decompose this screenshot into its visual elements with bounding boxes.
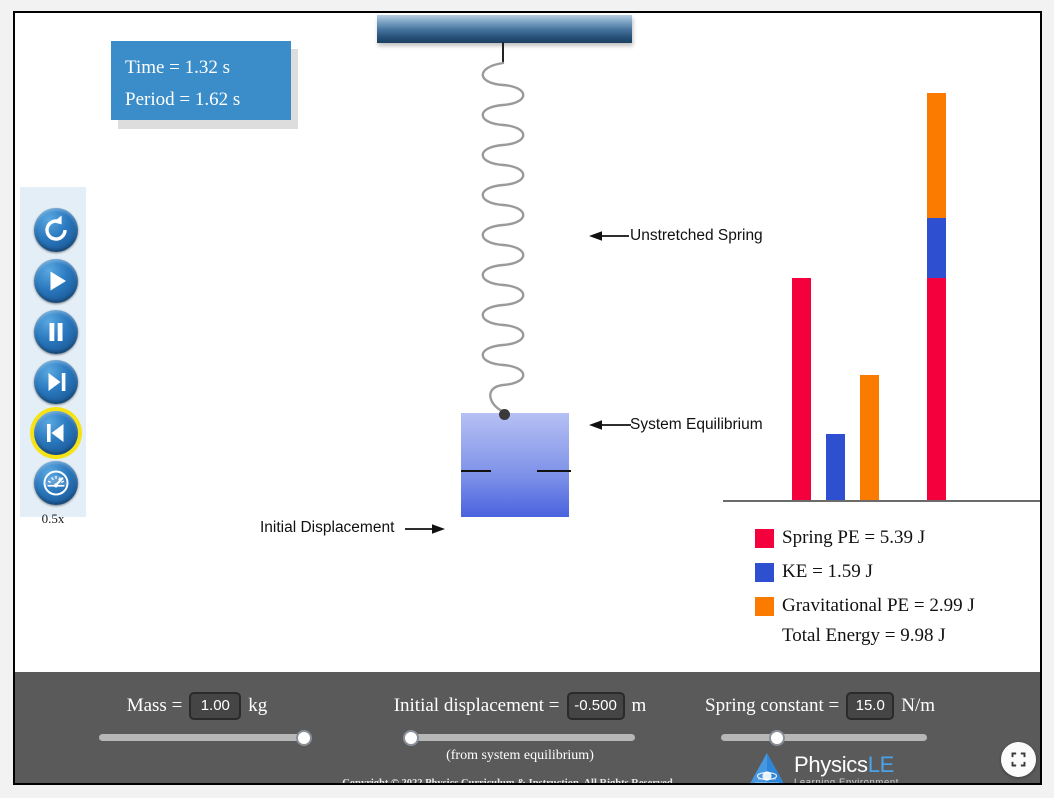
spring-constant-label: Spring constant = [705,695,840,716]
pause-icon [49,323,63,341]
mass-unit: kg [248,695,268,716]
unstretched-spring-label: Unstretched Spring [630,227,763,244]
spring-constant-value-field[interactable]: 15.0 [846,692,895,720]
mass-caption: Mass = 1.00 kg [87,692,307,720]
reload-icon [45,215,67,241]
mass-value-field[interactable]: 1.00 [189,692,242,720]
mass-slider-track[interactable] [99,734,304,741]
spring-attachment-point [499,409,510,420]
step-forward-button[interactable] [34,360,78,404]
legend-label-kinetic-energy: KE = 1.59 J [782,561,873,582]
mass-slider-group: Mass = 1.00 kg [87,692,312,746]
fullscreen-icon [1011,752,1026,767]
initial-displacement-sublabel: (from system equilibrium) [446,748,594,763]
brand-tagline: Learning Environment [794,777,899,785]
spring-constant-unit: N/m [901,695,935,716]
brand-logo: PhysicsLE Learning Environment [745,751,899,785]
initial-displacement-label: Initial displacement = [393,695,560,716]
mass-block[interactable] [461,413,569,517]
legend-label-total-energy: Total Energy = 9.98 J [782,625,946,646]
equilibrium-tick-left [461,470,491,472]
chart-baseline [723,500,1040,502]
legend-row-kinetic-energy: KE = 1.59 J [755,555,1025,589]
screenshot-root: Time = 1.32 s Period = 1.62 s 0.5x Unstr… [0,0,1054,798]
bar-segment-kinetic-energy [927,218,946,278]
time-readout: Time = 1.32 s [125,57,231,78]
ceiling-bar [377,15,632,43]
initial-displacement-unit: m [631,695,647,716]
spring-coil[interactable] [470,57,540,417]
speed-button[interactable] [34,461,78,505]
initial-displacement-slider-track[interactable] [405,734,635,741]
bar-total-energy [927,93,946,500]
legend-label-gravitational-pe: Gravitational PE = 2.99 J [782,595,975,616]
app-frame: Time = 1.32 s Period = 1.62 s 0.5x Unstr… [13,11,1042,785]
spring-svg [481,61,525,414]
brand-text-block: PhysicsLE Learning Environment [794,754,899,785]
legend-swatch-spring-pe [755,528,774,548]
bar-spring-pe [792,278,811,500]
initial-displacement-slider-thumb[interactable] [403,730,419,746]
initial-displacement-slider-group: Initial displacement = -0.500 m (from sy… [370,692,670,763]
play-button[interactable] [34,259,78,303]
bar-segment-spring-pe [927,278,946,500]
physicsle-triangle-icon [750,753,784,783]
step-back-icon [47,424,64,442]
step-forward-icon [48,373,66,391]
play-icon [50,271,66,291]
brand-name: PhysicsLE [794,754,899,776]
legend-swatch-gravitational-pe [755,596,774,616]
legend-row-gravitational-pe: Gravitational PE = 2.99 J [755,589,1025,623]
equilibrium-tick-right [537,470,571,472]
period-readout: Period = 1.62 s [125,89,241,110]
bar-kinetic-energy [826,434,845,500]
initial-displacement-value-field[interactable]: -0.500 [566,692,625,720]
legend-label-spring-pe: Spring PE = 5.39 J [782,527,926,548]
readout-panel: Time = 1.32 s Period = 1.62 s [111,41,291,120]
step-back-button[interactable] [34,411,78,455]
legend-row-spring-pe: Spring PE = 5.39 J [755,521,1025,555]
speed-label: 0.5x [41,511,65,526]
bar-gravitational-pe [860,375,879,500]
legend-swatch-kinetic-energy [755,562,774,582]
initial-displacement-caption: Initial displacement = -0.500 m [370,692,670,720]
spring-constant-slider-group: Spring constant = 15.0 N/m [705,692,935,746]
initial-displacement-label: Initial Displacement [260,519,395,536]
spring-constant-caption: Spring constant = 15.0 N/m [705,692,935,720]
brand-name-primary: Physics [794,752,868,778]
simulation-canvas[interactable]: Time = 1.32 s Period = 1.62 s 0.5x Unstr… [15,13,1040,672]
spring-constant-slider-thumb[interactable] [769,730,785,746]
spring-constant-slider-track[interactable] [721,734,927,741]
initial-displacement-arrow-icon [405,524,445,534]
unstretched-spring-arrow-icon [589,231,629,241]
bar-segment-gravitational-pe [927,93,946,218]
fullscreen-button[interactable] [1001,742,1036,777]
mass-slider-thumb[interactable] [296,730,312,746]
reset-button[interactable] [34,208,78,252]
mass-label: Mass = [126,695,183,716]
speedometer-icon [43,470,69,496]
pause-button[interactable] [34,310,78,354]
system-equilibrium-arrow-icon [589,420,631,430]
system-equilibrium-label: System Equilibrium [630,416,763,433]
chart-legend: Spring PE = 5.39 J KE = 1.59 J Gravitati… [755,521,1025,647]
brand-name-accent: LE [867,752,895,778]
